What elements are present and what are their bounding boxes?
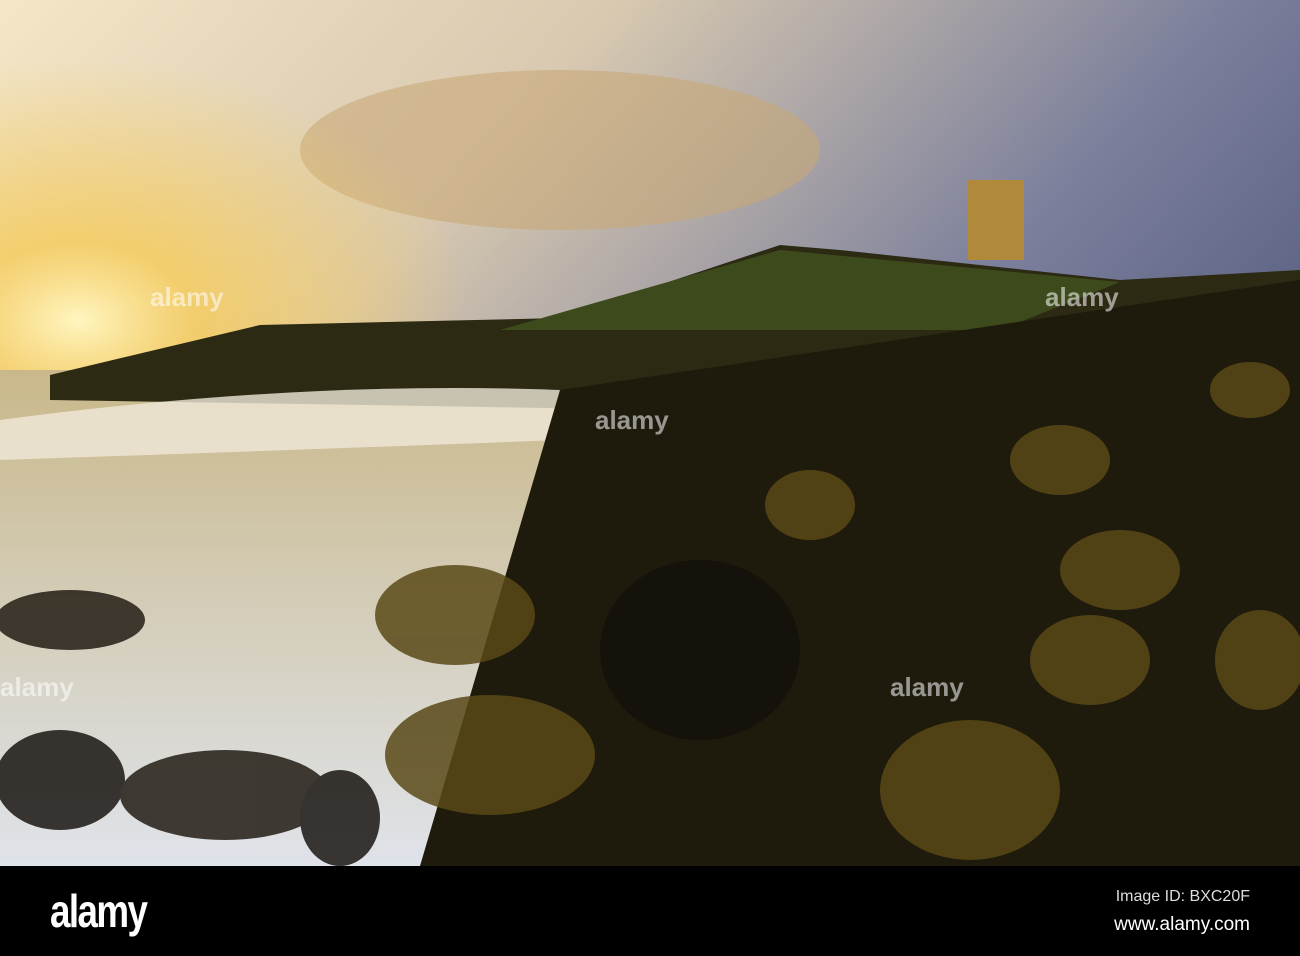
- alamy-logo[interactable]: alamy: [50, 884, 148, 938]
- stock-photo-page: alamy alamy alamy alamy alamy alamy Imag…: [0, 0, 1300, 956]
- watermark-logo: alamy: [595, 405, 669, 435]
- site-link[interactable]: www.alamy.com: [1114, 914, 1250, 936]
- image-id: Image ID: BXC20F: [1115, 888, 1250, 905]
- watermark-logo: alamy: [1045, 282, 1119, 312]
- watermark-logo: alamy: [150, 282, 224, 312]
- watermark-logo: alamy: [890, 672, 964, 702]
- footer-bar: alamy Image ID: BXC20F www.alamy.com: [0, 866, 1300, 956]
- watermark-logo: alamy: [0, 672, 74, 702]
